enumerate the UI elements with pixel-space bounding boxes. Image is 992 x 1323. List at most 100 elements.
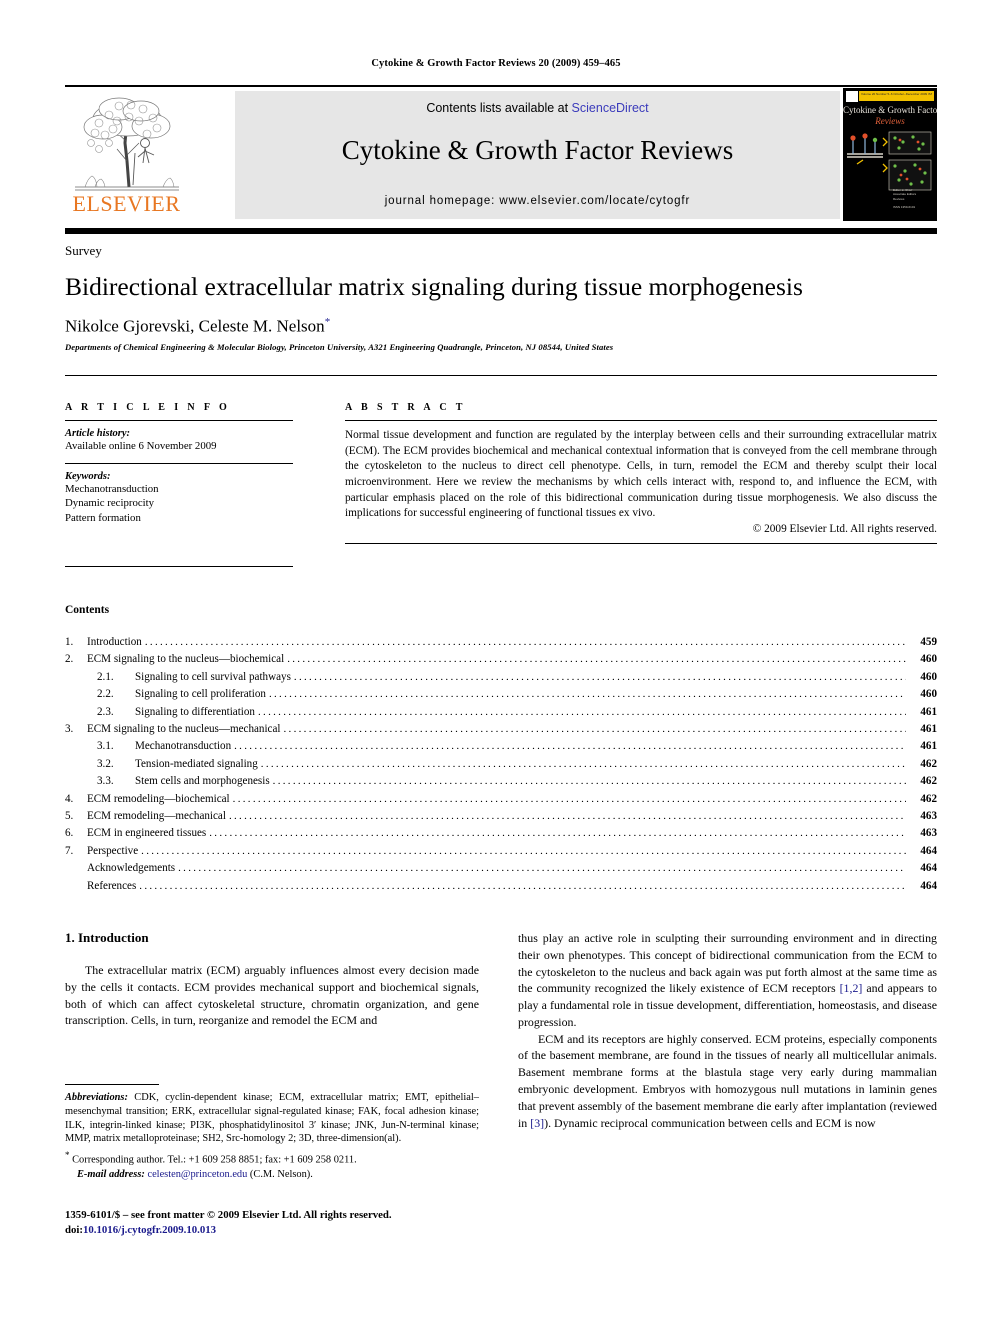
contents-prefix: Contents lists available at: [426, 101, 572, 115]
toc-number: 2.3.: [97, 705, 114, 718]
citation-ref[interactable]: [3]: [530, 1116, 544, 1130]
abstract-bottom-rule: [345, 542, 937, 544]
toc-label: ECM in engineered tissues: [87, 827, 207, 840]
keyword-item: Dynamic reciprocity: [65, 497, 155, 510]
contents-available-line: Contents lists available at ScienceDirec…: [235, 101, 840, 115]
toc-label: Signaling to differentiation: [135, 705, 255, 718]
intro-paragraph-continued: thus play an active role in sculpting th…: [518, 930, 937, 1031]
toc-dot-leader: ........................................…: [141, 844, 906, 857]
toc-dot-leader: ........................................…: [283, 723, 906, 736]
keywords-label: Keywords:: [65, 470, 111, 482]
email-line: E-mail address: celesten@princeton.edu (…: [77, 1168, 479, 1182]
journal-masthead: ELSEVIER Contents lists available at Sci…: [65, 88, 937, 223]
corresponding-author-marker: *: [324, 316, 331, 328]
toc-dot-leader: ........................................…: [228, 810, 906, 823]
keyword-item: Pattern formation: [65, 511, 141, 524]
toc-page-number: 460: [920, 670, 937, 683]
toc-label: Stem cells and morphogenesis: [135, 775, 270, 788]
page-title: Bidirectional extracellular matrix signa…: [65, 272, 803, 301]
running-head: Cytokine & Growth Factor Reviews 20 (200…: [371, 58, 621, 69]
toc-dot-leader: ........................................…: [257, 705, 906, 718]
toc-entry[interactable]: 4. ECM remodeling—biochemical ..........…: [65, 791, 937, 808]
imprint-block: 1359-6101/$ – see front matter © 2009 El…: [65, 1208, 505, 1239]
toc-dot-leader: ........................................…: [272, 775, 906, 788]
abbreviations-footnote: Abbreviations: CDK, cyclin-dependent kin…: [65, 1091, 479, 1146]
contents-heading: Contents: [65, 604, 110, 616]
journal-banner: Contents lists available at ScienceDirec…: [235, 91, 840, 219]
toc-number: 3.: [65, 723, 74, 736]
toc-label: ECM remodeling—mechanical: [87, 810, 226, 823]
toc-entry[interactable]: 2.1. Signaling to cell survival pathways…: [65, 669, 937, 686]
doi-link[interactable]: 10.1016/j.cytogfr.2009.10.013: [83, 1224, 216, 1236]
citation-ref[interactable]: [1,2]: [840, 981, 863, 995]
ecm-receptors-paragraph: ECM and its receptors are highly conserv…: [518, 1031, 937, 1132]
toc-number: 6.: [65, 827, 74, 840]
footnote-rule: [65, 1084, 159, 1085]
toc-entry[interactable]: 5. ECM remodeling—mechanical ...........…: [65, 808, 937, 825]
toc-entry[interactable]: References .............................…: [65, 878, 937, 895]
email-label: E-mail address:: [77, 1168, 145, 1180]
toc-entry[interactable]: 2.2. Signaling to cell proliferation ...…: [65, 686, 937, 703]
toc-entry[interactable]: 3.2. Tension-mediated signaling ........…: [65, 756, 937, 773]
toc-entry[interactable]: 3.1. Mechanotransduction ...............…: [65, 738, 937, 755]
article-info-bottom-rule: [65, 566, 293, 567]
toc-label: References: [87, 879, 137, 892]
toc-label: Acknowledgements: [87, 862, 176, 875]
toc-page-number: 462: [920, 775, 937, 788]
toc-label: Mechanotransduction: [135, 740, 232, 753]
keyword-item: Mechanotransduction: [65, 482, 159, 495]
toc-number: 3.3.: [97, 775, 114, 788]
abbreviations-label: Abbreviations:: [65, 1092, 128, 1103]
email-link[interactable]: celesten@princeton.edu: [147, 1169, 247, 1180]
title-bottom-rule: [65, 375, 937, 376]
toc-page-number: 460: [920, 688, 937, 701]
toc-entry[interactable]: 6. ECM in engineered tissues ...........…: [65, 825, 937, 842]
toc-page-number: 464: [920, 844, 937, 857]
toc-page-number: 463: [920, 810, 937, 823]
affiliation: Departments of Chemical Engineering & Mo…: [65, 342, 614, 352]
article-type-label: Survey: [65, 243, 102, 258]
toc-dot-leader: ........................................…: [144, 636, 906, 648]
cover-banner-text: Volume 20 Number 5–6 October–December 20…: [861, 91, 932, 96]
toc-number: 2.2.: [97, 688, 114, 701]
doi-line: doi:10.1016/j.cytogfr.2009.10.013: [65, 1223, 505, 1238]
toc-number: 3.2.: [97, 757, 114, 770]
cover-subtitle: Reviews: [875, 116, 905, 126]
toc-page-number: 460: [920, 653, 937, 666]
toc-entry[interactable]: 2.3. Signaling to differentiation ......…: [65, 704, 937, 721]
sciencedirect-link[interactable]: ScienceDirect: [572, 101, 649, 115]
toc-page-number: 461: [920, 740, 937, 753]
toc-page-number: 462: [920, 757, 937, 770]
corresponding-author-footnote: * Corresponding author. Tel.: +1 609 258…: [65, 1150, 479, 1181]
toc-page-number: 461: [920, 705, 937, 718]
toc-entry[interactable]: 1. Introduction ........................…: [65, 634, 937, 651]
toc-page-number: 463: [920, 827, 937, 840]
toc-entry[interactable]: 3. ECM signaling to the nucleus—mechanic…: [65, 721, 937, 738]
toc-number: 4.: [65, 792, 74, 805]
ecm-paragraph-text-b: ). Dynamic reciprocal communication betw…: [544, 1115, 876, 1130]
elsevier-logo: ELSEVIER: [65, 91, 188, 219]
toc-entry[interactable]: 7. Perspective .........................…: [65, 843, 937, 860]
paper-page: Cytokine & Growth Factor Reviews 20 (200…: [0, 0, 992, 1323]
body-column-left: 1. Introduction The extracellular matrix…: [65, 930, 479, 1029]
toc-dot-leader: ........................................…: [268, 688, 906, 701]
footnote-star-marker: *: [65, 1150, 70, 1161]
toc-number: 2.: [65, 653, 74, 666]
toc-dot-leader: ........................................…: [139, 879, 906, 892]
toc-label: ECM signaling to the nucleus—mechanical: [87, 723, 281, 736]
toc-dot-leader: ........................................…: [293, 670, 906, 683]
table-of-contents: 1. Introduction ........................…: [65, 634, 937, 895]
toc-entry[interactable]: 3.3. Stem cells and morphogenesis ......…: [65, 773, 937, 790]
toc-dot-leader: ........................................…: [260, 757, 906, 770]
footnote-block: Abbreviations: CDK, cyclin-dependent kin…: [65, 1091, 479, 1181]
body-column-right: thus play an active role in sculpting th…: [518, 930, 937, 1131]
toc-entry[interactable]: Acknowledgements .......................…: [65, 860, 937, 877]
article-history-label: Article history:: [65, 428, 131, 439]
abbreviations-text: CDK, cyclin-dependent kinase; ECM, extra…: [65, 1092, 479, 1145]
toc-entry[interactable]: 2. ECM signaling to the nucleus—biochemi…: [65, 651, 937, 668]
issn-line: 1359-6101/$ – see front matter © 2009 El…: [65, 1209, 392, 1221]
article-info-rule: [65, 420, 293, 421]
journal-homepage-link[interactable]: journal homepage: www.elsevier.com/locat…: [235, 195, 840, 207]
toc-number: 1.: [65, 636, 74, 648]
toc-label: ECM signaling to the nucleus—biochemical: [87, 653, 285, 666]
